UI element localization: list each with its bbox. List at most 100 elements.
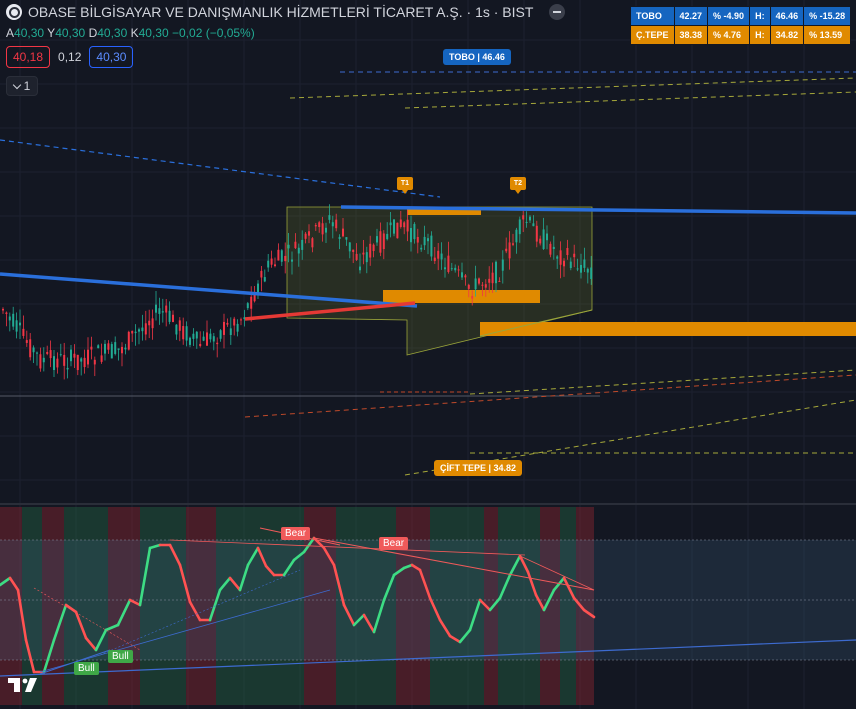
info-cell: % 13.59	[803, 25, 852, 45]
candle-body	[410, 228, 412, 243]
candle-body	[270, 258, 273, 265]
buy-price-button[interactable]: 40,30	[89, 46, 134, 68]
candle-body	[216, 342, 219, 345]
candle-body	[297, 247, 300, 254]
peak-marker-t1[interactable]: T1	[397, 177, 413, 194]
info-table: TOBO 42.27 % -4.90 H: 46.46 % -15.28 Ç.T…	[630, 6, 852, 45]
support-zone	[480, 322, 856, 336]
sell-price-button[interactable]: 40,18	[6, 46, 51, 68]
candle-body	[15, 320, 18, 332]
candle-body	[576, 268, 579, 270]
close-value: 40,30	[138, 26, 169, 40]
candle-body	[345, 237, 348, 240]
candle-body	[250, 296, 253, 309]
candle-body	[8, 316, 11, 321]
candle-body	[396, 222, 399, 239]
candle-body	[161, 311, 164, 313]
symbol-title[interactable]: OBASE BİLGİSAYAR VE DANIŞMANLIK HİZMETLE…	[28, 4, 533, 20]
candle-body	[182, 326, 185, 340]
candle-body	[478, 278, 480, 284]
candle-body	[280, 250, 283, 262]
cift-tepe-target-label[interactable]: ÇİFT TEPE | 34.82	[434, 460, 523, 476]
candle-body	[447, 255, 450, 273]
candle-body	[471, 296, 474, 299]
candle-body	[66, 367, 69, 370]
candle-body	[450, 268, 453, 270]
guide-line	[469, 369, 856, 395]
candle-body	[433, 257, 436, 262]
info-cell: H:	[749, 25, 771, 45]
indicators-collapse-button[interactable]: 1	[6, 76, 38, 96]
candle-body	[586, 268, 589, 273]
ohlc-legend: A40,30 Y40,30 D40,30 K40,30 −0,02 (−0,05…	[6, 26, 255, 40]
bull-signal-label: Bull	[74, 662, 99, 675]
candle-body	[318, 222, 321, 228]
candle-body	[406, 219, 409, 232]
candle-body	[546, 233, 548, 241]
candle-body	[131, 330, 134, 334]
candle-body	[454, 267, 457, 271]
chart-root[interactable]: OBASE BİLGİSAYAR VE DANIŞMANLIK HİZMETLE…	[0, 0, 856, 709]
candle-body	[277, 249, 280, 261]
info-cell: 42.27	[673, 6, 709, 26]
neckline-zone	[383, 290, 540, 303]
candle-body	[335, 219, 338, 229]
low-key: D	[88, 26, 98, 40]
candle-body	[413, 223, 416, 240]
candle-body	[573, 253, 576, 258]
candle-body	[542, 229, 545, 249]
candle-body	[430, 235, 433, 257]
price-chart[interactable]	[0, 0, 856, 709]
candle-body	[83, 357, 86, 368]
candle-body	[246, 303, 249, 309]
candle-body	[559, 250, 562, 265]
candle-body	[76, 354, 79, 371]
candle-body	[165, 305, 168, 313]
candle-body	[219, 330, 222, 339]
chart-header: OBASE BİLGİSAYAR VE DANIŞMANLIK HİZMETLE…	[6, 4, 566, 20]
candle-body	[376, 236, 378, 243]
candle-body	[348, 242, 351, 252]
low-value: 40,30	[97, 26, 128, 40]
bear-signal-label: Bear	[379, 537, 409, 550]
candle-body	[36, 352, 38, 354]
candle-body	[63, 354, 66, 366]
candle-body	[389, 222, 392, 226]
candle-body	[274, 264, 276, 267]
close-key: K	[130, 26, 139, 40]
candle-body	[49, 350, 52, 359]
candle-body	[512, 243, 514, 245]
candle-body	[93, 359, 96, 365]
candle-body	[563, 260, 565, 267]
minus-circle-icon[interactable]	[549, 4, 566, 20]
candle-body	[107, 343, 110, 350]
candle-body	[399, 219, 402, 227]
candle-body	[226, 322, 229, 325]
candle-body	[114, 342, 117, 354]
candle-body	[372, 244, 375, 251]
candle-body	[498, 280, 501, 282]
tradingview-logo-icon[interactable]	[6, 676, 40, 694]
tobo-target-label[interactable]: TOBO | 46.46	[443, 49, 511, 65]
info-cell: 34.82	[769, 25, 805, 45]
candle-body	[495, 261, 497, 284]
candle-body	[229, 328, 232, 335]
candle-body	[474, 278, 477, 290]
candle-body	[467, 284, 470, 289]
candle-body	[461, 272, 463, 278]
peak-marker-t2[interactable]: T2	[510, 177, 526, 194]
candle-body	[121, 346, 123, 354]
candle-body	[403, 222, 406, 228]
candle-body	[522, 215, 525, 220]
candle-body	[304, 233, 307, 239]
candle-body	[437, 250, 440, 259]
candle-body	[457, 269, 460, 271]
candle-body	[444, 267, 446, 270]
candle-body	[484, 284, 487, 288]
candle-body	[56, 358, 59, 368]
candle-body	[144, 323, 147, 335]
candle-body	[87, 349, 89, 365]
candle-body	[46, 351, 49, 354]
candle-body	[212, 336, 215, 342]
candle-body	[202, 336, 205, 341]
